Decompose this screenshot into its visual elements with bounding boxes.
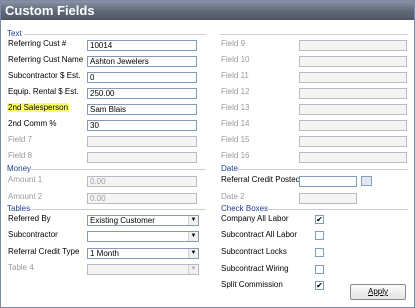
referring-cust-num-input[interactable]: 10014 <box>87 40 197 51</box>
field-label-table-4: Table 4 <box>8 263 34 272</box>
field-label-referring-cust-num: Referring Cust # <box>8 39 67 48</box>
date-2-input[interactable] <box>299 193 357 204</box>
field-14-input[interactable] <box>299 120 407 131</box>
apply-button-label: Apply <box>367 287 388 296</box>
chevron-down-icon[interactable]: ▼ <box>188 216 198 225</box>
checkboxes-section-rule <box>265 209 408 210</box>
money-section-rule <box>29 169 206 170</box>
subcontract-all-labor-checkbox[interactable] <box>315 231 324 240</box>
field-label-amount-1: Amount 1 <box>8 175 43 184</box>
amount-2-input[interactable]: 0.00 <box>87 193 197 204</box>
subcontract-locks-checkbox[interactable] <box>315 248 324 257</box>
subcontractor-est-input[interactable]: 0 <box>87 72 197 83</box>
field-label-referral-credit-posted: Referral Credit Posted <box>221 175 301 184</box>
title-bar: Custom Fields <box>1 1 414 20</box>
field-15-input[interactable] <box>299 136 407 147</box>
money-section-label: Money <box>7 164 32 173</box>
field-7-input[interactable] <box>87 136 197 147</box>
field-10-input[interactable] <box>299 56 407 67</box>
field-label-subcontractor-est: Subcontractor $ Est. <box>8 71 81 80</box>
text-section-rule <box>24 34 206 35</box>
date-section-rule <box>238 169 408 170</box>
chevron-down-icon[interactable]: ▼ <box>188 265 198 274</box>
field-label-field-8: Field 8 <box>8 151 33 160</box>
apply-button[interactable]: Apply <box>350 284 406 300</box>
field-label-amount-2: Amount 2 <box>8 192 43 201</box>
field-label-date-2: Date 2 <box>221 192 245 201</box>
referring-cust-name-input[interactable]: Ashton Jewelers <box>87 56 197 67</box>
table-4-dropdown[interactable]: ▼ <box>87 264 199 275</box>
field-label-field-12: Field 12 <box>221 87 250 96</box>
field-label-field-14: Field 14 <box>221 119 250 128</box>
window-title: Custom Fields <box>5 3 95 18</box>
equip-rental-est-input[interactable]: 250.00 <box>87 88 197 99</box>
field-label-subcontractor: Subcontractor <box>8 230 58 239</box>
field-label-referred-by: Referred By <box>8 214 51 223</box>
tables-section-label: Tables <box>7 204 31 213</box>
field-label-referral-credit-type: Referral Credit Type <box>8 247 80 256</box>
2nd-comm-pct-input[interactable]: 30 <box>87 120 197 131</box>
referred-by-dropdown[interactable]: Existing Customer ▼ <box>87 215 199 226</box>
field-label-field-16: Field 16 <box>221 151 250 160</box>
checkbox-label-subcontract-all-labor: Subcontract All Labor <box>221 230 298 239</box>
referral-credit-type-dropdown[interactable]: 1 Month ▼ <box>87 248 199 259</box>
chevron-down-icon[interactable]: ▼ <box>188 249 198 258</box>
checkbox-label-subcontract-wiring: Subcontract Wiring <box>221 264 289 273</box>
calendar-icon[interactable] <box>361 176 372 186</box>
split-commission-checkbox[interactable]: ✔ <box>315 281 324 290</box>
chevron-down-icon[interactable]: ▼ <box>188 232 198 241</box>
field-11-input[interactable] <box>299 72 407 83</box>
text-section-label: Text <box>7 29 22 38</box>
field-label-field-7: Field 7 <box>8 135 33 144</box>
field-16-input[interactable] <box>299 152 407 163</box>
field-label-equip-rental-est: Equip. Rental $ Est. <box>8 87 79 96</box>
field-9-input[interactable] <box>299 40 407 51</box>
checkbox-label-subcontract-locks: Subcontract Locks <box>221 247 287 256</box>
date-section-label: Date <box>221 164 238 173</box>
referral-credit-type-value: 1 Month <box>90 249 119 258</box>
field-label-field-11: Field 11 <box>221 71 249 80</box>
checkbox-label-company-all-labor: Company All Labor <box>221 214 289 223</box>
field-label-field-15: Field 15 <box>221 135 250 144</box>
field-label-referring-cust-name: Referring Cust Name <box>8 55 84 64</box>
text-section-rule-right <box>220 34 408 35</box>
tables-section-rule <box>30 209 206 210</box>
field-13-input[interactable] <box>299 104 407 115</box>
field-8-input[interactable] <box>87 152 197 163</box>
checkboxes-section-label: Check Boxes <box>221 204 269 213</box>
referred-by-value: Existing Customer <box>90 216 155 225</box>
checkbox-label-split-commission: Split Commission <box>221 280 283 289</box>
field-label-field-9: Field 9 <box>221 39 246 48</box>
field-label-field-13: Field 13 <box>221 103 250 112</box>
field-label-2nd-comm-pct: 2nd Comm % <box>8 119 57 128</box>
referral-credit-posted-input[interactable] <box>299 176 357 187</box>
2nd-salesperson-input[interactable]: Sam Blais <box>87 104 197 115</box>
field-label-2nd-salesperson: 2nd Salesperson <box>7 103 70 112</box>
amount-1-input[interactable]: 0.00 <box>87 176 197 187</box>
field-12-input[interactable] <box>299 88 407 99</box>
subcontractor-dropdown[interactable]: ▼ <box>87 231 199 242</box>
subcontract-wiring-checkbox[interactable] <box>315 265 324 274</box>
company-all-labor-checkbox[interactable]: ✔ <box>315 215 324 224</box>
field-label-field-10: Field 10 <box>221 55 250 64</box>
